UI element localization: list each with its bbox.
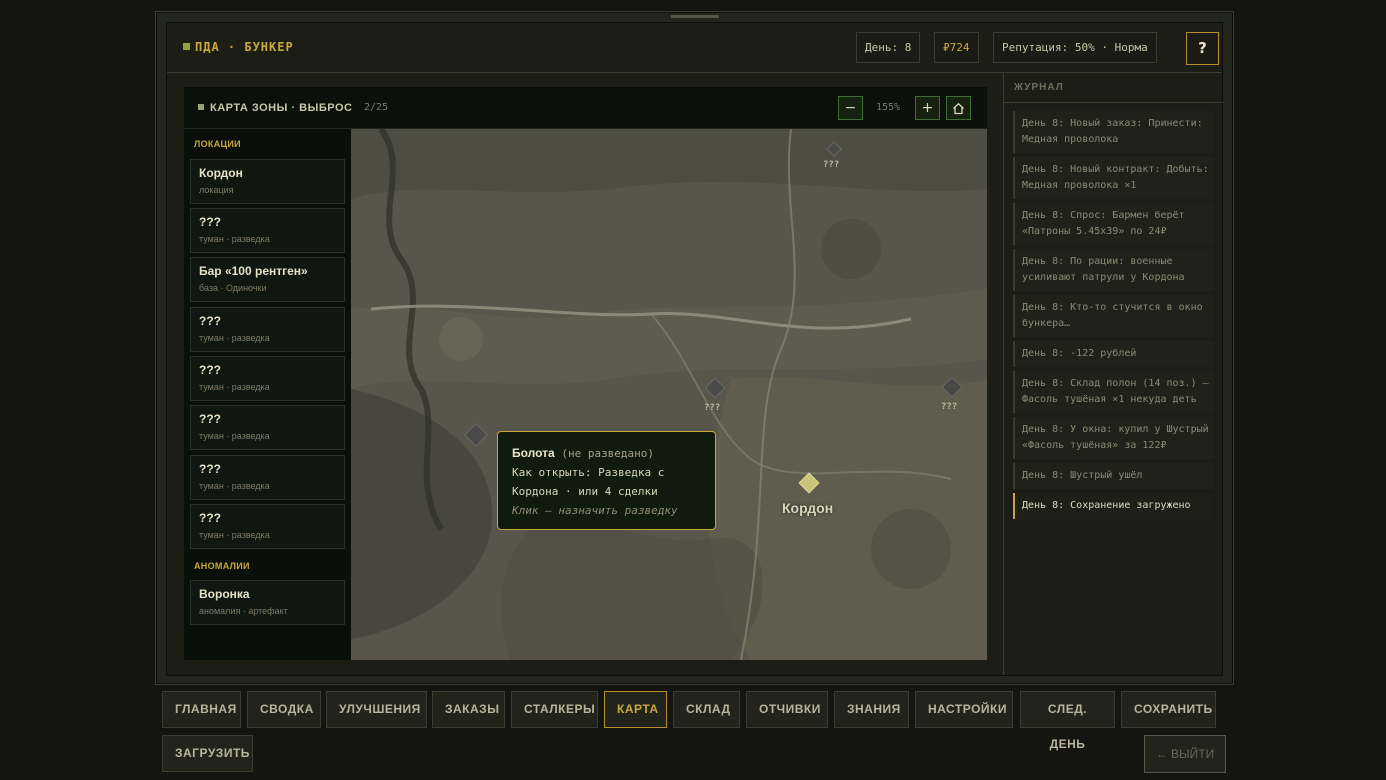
zoom-in-button[interactable]: + [915,96,940,120]
swamp-location-marker-icon[interactable] [462,421,490,449]
tab-main[interactable]: ГЛАВНАЯ [162,691,241,728]
location-sub: туман · разведка [199,382,270,392]
app-title: ПДА · БУНКЕР [183,40,294,54]
tab-storage[interactable]: СКЛАД [673,691,740,728]
app-title-text: ПДА · БУНКЕР [195,40,294,54]
tab-settings[interactable]: НАСТРОЙКИ [915,691,1013,728]
zone-map[interactable]: ??? ??? ??? Кордон Болота (не разведано)… [351,129,987,660]
exit-button[interactable]: ← ВЫЙТИ [1144,735,1226,773]
journal-entry: День 8: По рации: военные усиливают патр… [1013,249,1214,291]
location-item[interactable]: ??? туман · разведка [190,307,345,352]
location-sub: туман · разведка [199,530,270,540]
journal-title: ЖУРНАЛ [1004,73,1223,103]
tab-summary[interactable]: СВОДКА [247,691,321,728]
anomaly-name: Воронка [199,587,250,601]
unknown-location-label: ??? [704,403,721,413]
location-name: ??? [199,215,221,229]
help-button[interactable]: ? [1186,32,1219,65]
save-button[interactable]: СОХРАНИТЬ [1121,691,1216,728]
location-item[interactable]: Бар «100 рентген» база · Одиночки [190,257,345,302]
location-name: ??? [199,462,221,476]
tooltip-unlock-line2: Кордона · или 4 сделки [512,485,658,498]
location-item[interactable]: ??? туман · разведка [190,504,345,549]
journal-entry: День 8: -122 рублей [1013,341,1214,367]
location-sub: туман · разведка [199,431,270,441]
tooltip-hint: Клик — назначить разведку [512,504,678,517]
journal-panel: ЖУРНАЛ День 8: Новый заказ: Принести: Ме… [1003,73,1223,675]
anomalies-section-title: АНОМАЛИИ [194,561,250,571]
journal-entry: День 8: Склад полон (14 поз.) — Фасоль т… [1013,371,1214,413]
location-sub: локация [199,185,234,195]
anomaly-sub: аномалия · артефакт [199,606,288,616]
cordon-location-marker-icon[interactable] [797,471,821,495]
journal-entry: День 8: Новый контракт: Добыть: Медная п… [1013,157,1214,199]
location-name: ??? [199,511,221,525]
pda-notch [671,15,719,18]
tab-upgrades[interactable]: УЛУЧШЕНИЯ [326,691,427,728]
top-bar: ПДА · БУНКЕР День: 8 ₽724 Репутация: 50%… [167,23,1222,73]
day-counter: День: 8 [856,32,921,63]
journal-entry-latest: День 8: Сохранение загружено [1013,493,1214,519]
pda-device: ПДА · БУНКЕР День: 8 ₽724 Репутация: 50%… [155,11,1234,685]
unknown-location-label: ??? [941,402,958,412]
location-name: ??? [199,314,221,328]
status-square-icon [183,43,190,50]
anomaly-item[interactable]: Воронка аномалия · артефакт [190,580,345,625]
explored-count: 2/25 [364,102,389,113]
location-sub: туман · разведка [199,481,270,491]
tab-stalkers[interactable]: СТАЛКЕРЫ [511,691,598,728]
map-panel: КАРТА ЗОНЫ · ВЫБРОС 2/25 − 155% + ЛОКАЦИ… [184,87,987,660]
zoom-level: 155% [876,102,901,113]
map-title-text: КАРТА ЗОНЫ · ВЫБРОС [210,102,353,114]
home-icon [953,102,964,115]
location-tooltip: Болота (не разведано) Как открыть: Разве… [497,431,716,530]
unknown-location-marker-icon[interactable] [703,376,727,400]
location-sub: туман · разведка [199,234,270,244]
location-item[interactable]: ??? туман · разведка [190,455,345,500]
journal-entry: День 8: Кто-то стучится в окно бункера… [1013,295,1214,337]
location-item[interactable]: ??? туман · разведка [190,208,345,253]
reputation-counter: Репутация: 50% · Норма [993,32,1157,63]
tooltip-unlock-line1: Как открыть: Разведка с [512,466,665,479]
journal-entry: День 8: Новый заказ: Принести: Медная пр… [1013,111,1214,153]
location-item[interactable]: Кордон локация [190,159,345,204]
unknown-location-label: ??? [823,160,840,170]
locations-section-title: ЛОКАЦИИ [194,139,241,149]
location-name: Бар «100 рентген» [199,264,308,278]
location-name: Кордон [199,166,243,180]
tooltip-location-name: Болота [512,446,555,460]
map-title-square-icon [198,104,204,110]
load-button[interactable]: ЗАГРУЗИТЬ [162,735,253,772]
map-title: КАРТА ЗОНЫ · ВЫБРОС [198,102,352,114]
tab-knowledge[interactable]: ЗНАНИЯ [834,691,909,728]
location-item[interactable]: ??? туман · разведка [190,405,345,450]
tab-orders[interactable]: ЗАКАЗЫ [432,691,505,728]
location-list: ЛОКАЦИИ Кордон локация ??? туман · разведк… [184,129,351,660]
journal-entry: День 8: У окна: купил у Шустрый «Фасоль … [1013,417,1214,459]
map-header: КАРТА ЗОНЫ · ВЫБРОС 2/25 − 155% + [184,87,987,129]
pda-screen: ПДА · БУНКЕР День: 8 ₽724 Репутация: 50%… [166,22,1223,676]
location-sub: туман · разведка [199,333,270,343]
journal-entry: День 8: Спрос: Бармен берёт «Патроны 5.4… [1013,203,1214,245]
next-day-button[interactable]: СЛЕД. ДЕНЬ [1020,691,1115,751]
cordon-map-label: Кордон [782,500,834,516]
location-item[interactable]: ??? туман · разведка [190,356,345,401]
location-name: ??? [199,363,221,377]
money-counter: ₽724 [934,32,979,63]
journal-entry: День 8: Шустрый ушёл [1013,463,1214,489]
tooltip-location-state: (не разведано) [561,447,655,460]
location-sub: база · Одиночки [199,283,267,293]
tab-map[interactable]: КАРТА [604,691,667,728]
map-home-button[interactable] [946,96,971,120]
zoom-out-button[interactable]: − [838,96,863,120]
tab-achievements[interactable]: ОТЧИВКИ [746,691,828,728]
unknown-location-marker-icon[interactable] [940,375,964,399]
unknown-location-marker-icon[interactable] [826,141,842,157]
map-terrain [351,129,987,660]
location-name: ??? [199,412,221,426]
